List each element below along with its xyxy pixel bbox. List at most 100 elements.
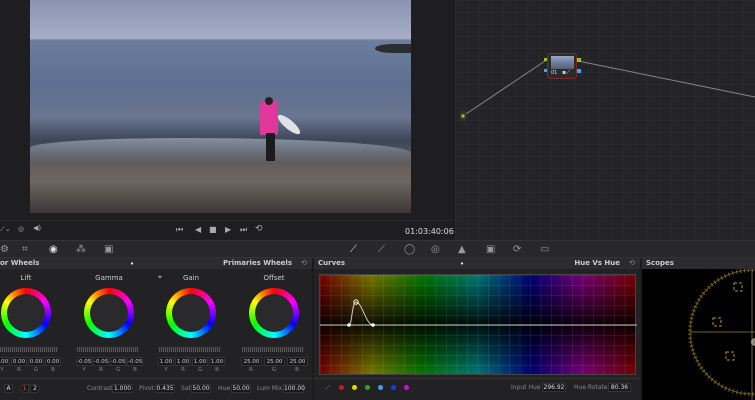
value-field[interactable]: 0.00: [28, 357, 44, 366]
swatch-blue[interactable]: [391, 385, 396, 390]
key-icon[interactable]: ▣: [486, 244, 495, 255]
motion-effects-icon[interactable]: ▣: [104, 244, 113, 255]
hue-field[interactable]: 50.00: [231, 384, 251, 393]
page-2-button[interactable]: 2: [30, 384, 40, 393]
auto-balance-button[interactable]: A: [4, 384, 13, 393]
channel-label: G: [271, 367, 277, 373]
gamma-master-slider[interactable]: [77, 347, 139, 352]
color-wheels-panel: or WheelsPrimaries Wheels • ⟲ Lift 0.00 …: [0, 258, 312, 400]
contrast-field[interactable]: 1.000: [112, 384, 133, 393]
lift-master-slider[interactable]: [0, 347, 58, 352]
wheel-label: Offset: [263, 274, 285, 282]
value-field[interactable]: 25.00: [287, 357, 308, 366]
panel-title: Curves: [318, 259, 346, 267]
gain-master-slider[interactable]: [159, 347, 221, 352]
value-field[interactable]: 25.00: [264, 357, 285, 366]
sat-label: Sat: [181, 385, 191, 392]
channel-label: B: [295, 367, 299, 373]
timecode: 01:03:40:06: [405, 227, 454, 236]
layers-icon[interactable]: ◎: [18, 225, 24, 233]
offset-master-slider[interactable]: [242, 347, 304, 352]
audio-icon[interactable]: ◀): [33, 224, 41, 232]
input-hue-field[interactable]: 296.92: [542, 383, 566, 392]
wheels-footer: A 1 2 Contrast 1.000 Pivot 0.435 Sat 50.…: [0, 378, 312, 400]
curve-point: [347, 323, 351, 327]
channel-label: G: [33, 367, 39, 373]
value-field[interactable]: 1.00: [175, 357, 191, 366]
loop-icon[interactable]: ⟲: [255, 224, 263, 234]
scopes-panel: Scopes: [642, 258, 755, 400]
value-field[interactable]: -0.05: [76, 357, 92, 366]
value-field[interactable]: 0.00: [45, 357, 61, 366]
swatch-magenta[interactable]: [404, 385, 409, 390]
channel-label: R: [249, 367, 253, 373]
input-hue-label: Input Hue: [511, 384, 541, 391]
contrast-label: Contrast: [87, 385, 113, 392]
swatch-yellow[interactable]: [352, 385, 357, 390]
color-match-icon[interactable]: ⌗: [22, 244, 28, 255]
tracker-icon[interactable]: ◎: [431, 244, 440, 255]
node-thumbnail: [551, 56, 574, 69]
value-field[interactable]: 1.00: [192, 357, 208, 366]
value-field[interactable]: 1.00: [158, 357, 174, 366]
camera-raw-icon[interactable]: ⚙: [0, 244, 9, 255]
channel-label: G: [115, 367, 121, 373]
sat-field[interactable]: 50.00: [191, 384, 211, 393]
channel-label: Y: [82, 367, 86, 373]
hue-curve[interactable]: [320, 275, 637, 376]
value-field[interactable]: 0.00: [0, 357, 10, 366]
curves-mode-dropdown[interactable]: Hue Vs Hue: [574, 258, 620, 269]
color-wheels-icon[interactable]: ◉: [49, 244, 58, 255]
node-editor[interactable]: 01 ▪⟋: [455, 0, 755, 240]
node-input-alpha[interactable]: [544, 69, 547, 72]
node-output-alpha[interactable]: [577, 69, 581, 73]
step-back-icon[interactable]: ◀: [195, 225, 201, 234]
value-field[interactable]: 25.00: [241, 357, 262, 366]
pivot-field[interactable]: 0.435: [155, 384, 175, 393]
qualifier-icon[interactable]: ⟋: [378, 244, 385, 255]
blur-icon[interactable]: ▲: [458, 244, 466, 255]
value-field[interactable]: 1.00: [209, 357, 225, 366]
3d-icon[interactable]: ▭: [540, 244, 549, 255]
reset-icon[interactable]: ⟲: [629, 259, 635, 267]
reset-icon[interactable]: ⟲: [301, 259, 307, 267]
node-label: 01: [551, 70, 558, 76]
swatch-cyan[interactable]: [378, 385, 383, 390]
swatch-green[interactable]: [365, 385, 370, 390]
channel-label: R: [99, 367, 103, 373]
channel-label: R: [181, 367, 185, 373]
curve-point: [371, 323, 375, 327]
node-01[interactable]: 01 ▪⟋: [547, 53, 577, 79]
hue-rotate-field[interactable]: 80.36: [608, 383, 631, 392]
wheels-mode-dropdown[interactable]: Primaries Wheels: [223, 258, 292, 269]
window-icon[interactable]: ◯: [404, 244, 415, 255]
channel-label: Y: [0, 367, 4, 373]
hue-label: Hue: [218, 385, 231, 392]
play-icon[interactable]: ▶: [225, 225, 231, 234]
node-output-rgb[interactable]: [577, 58, 581, 62]
sizing-icon[interactable]: ⟳: [513, 244, 521, 255]
pivot-label: Pivot: [139, 385, 154, 392]
vectorscope: [688, 269, 755, 400]
channel-label: R: [17, 367, 21, 373]
channel-label: B: [215, 367, 219, 373]
stop-icon[interactable]: ■: [209, 225, 217, 234]
node-input-rgb[interactable]: [544, 58, 547, 61]
hue-vs-hue-graph[interactable]: [319, 274, 637, 376]
value-field[interactable]: -0.05: [110, 357, 126, 366]
picker-icon[interactable]: ⟋⌄: [0, 225, 11, 234]
lum-mix-field[interactable]: 100.00: [283, 384, 305, 393]
value-field[interactable]: 0.00: [11, 357, 27, 366]
panel-title: or Wheels: [0, 259, 40, 267]
viewer: [0, 0, 453, 220]
eyedropper-icon[interactable]: ⟋: [325, 384, 330, 393]
swatch-red[interactable]: [339, 385, 344, 390]
skip-start-icon[interactable]: ⏮: [176, 225, 183, 235]
page-1-button[interactable]: 1: [20, 384, 29, 393]
transport-bar: ⟋⌄ ◎ ◀) ⏮ ◀ ■ ▶ ⏭ ⟲ 01:03:40:06: [0, 220, 454, 240]
skip-end-icon[interactable]: ⏭: [240, 225, 247, 235]
value-field[interactable]: -0.05: [93, 357, 109, 366]
rgb-mixer-icon[interactable]: ⁂: [76, 244, 86, 255]
curves-icon[interactable]: ⟋: [350, 244, 357, 255]
value-field[interactable]: -0.05: [127, 357, 143, 366]
